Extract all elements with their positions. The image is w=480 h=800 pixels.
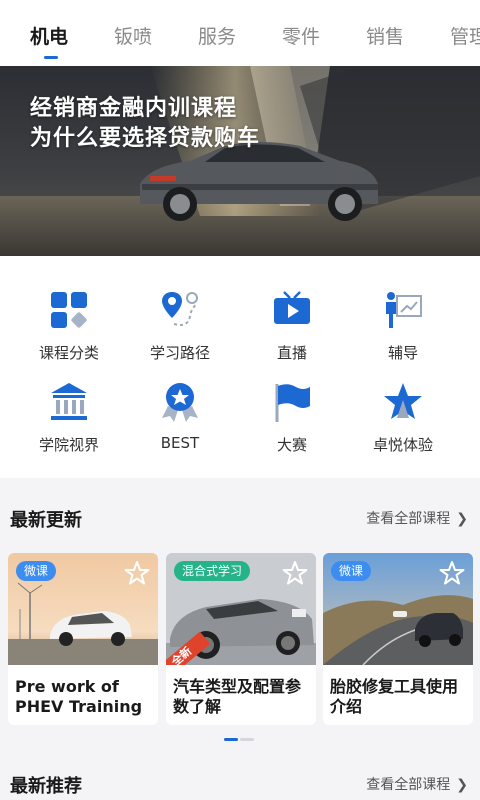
academy-icon <box>51 383 87 420</box>
pager-dot <box>240 738 254 741</box>
course-type-tag: 混合式学习 <box>174 561 251 581</box>
grid-item-academy[interactable]: 学院视界 <box>9 380 129 455</box>
course-type-tag: 微课 <box>331 561 372 581</box>
route-icon <box>162 292 199 326</box>
recommend-section-title: 最新推荐 <box>10 776 82 797</box>
promo-banner[interactable]: 经销商金融内训课程 为什么要选择贷款购车 <box>0 66 480 256</box>
tab-lingjian[interactable]: 零件 <box>282 22 320 49</box>
top-tab-bar: 机电 钣喷 服务 零件 销售 管理 <box>0 0 480 66</box>
pager-dot-active <box>224 738 238 741</box>
favorite-star-icon[interactable] <box>282 560 308 586</box>
feature-grid: 课程分类 学习路径 直播 辅导 学院视界 BEST 大赛 卓悦体验 <box>0 256 480 478</box>
chevron-right-icon: ❯ <box>456 511 468 527</box>
course-card[interactable]: 全新 混合式学习 汽车类型及配置参数了解 <box>166 553 316 725</box>
tab-xiaoshou[interactable]: 销售 <box>366 22 404 49</box>
grid-item-experience[interactable]: 卓悦体验 <box>343 380 463 455</box>
grid-label: 辅导 <box>387 344 418 362</box>
course-card[interactable]: 微课 胎胶修复工具使用介绍 <box>323 553 473 725</box>
grid-label: 大赛 <box>276 436 307 454</box>
grid-item-learning-path[interactable]: 学习路径 <box>120 288 240 363</box>
banner-title: 经销商金融内训课程 <box>30 96 238 121</box>
tab-fuwu[interactable]: 服务 <box>198 22 236 49</box>
course-title: 胎胶修复工具使用介绍 <box>330 677 459 716</box>
tab-jidian[interactable]: 机电 <box>30 22 68 49</box>
latest-section-title: 最新更新 <box>10 510 82 531</box>
category-icon <box>51 292 87 328</box>
grid-label: BEST <box>160 434 200 452</box>
grid-item-tutoring[interactable]: 辅导 <box>343 288 463 363</box>
latest-view-all-link[interactable]: 查看全部课程 ❯ <box>366 508 468 528</box>
active-tab-indicator <box>44 56 58 59</box>
favorite-star-icon[interactable] <box>439 560 465 586</box>
grid-label: 学院视界 <box>38 436 99 454</box>
grid-item-live[interactable]: 直播 <box>232 288 352 363</box>
grid-label: 卓悦体验 <box>372 436 433 454</box>
grid-label: 直播 <box>276 344 307 362</box>
course-type-tag: 微课 <box>16 561 57 581</box>
favorite-star-icon[interactable] <box>124 560 150 586</box>
recommend-view-all-link[interactable]: 查看全部课程 ❯ <box>366 774 468 794</box>
tab-guanli[interactable]: 管理 <box>450 22 480 49</box>
chevron-right-icon: ❯ <box>456 777 468 793</box>
tab-banpen[interactable]: 钣喷 <box>114 22 152 49</box>
course-title: Pre work of PHEV Training <box>15 677 143 716</box>
banner-subtitle: 为什么要选择贷款购车 <box>30 126 261 151</box>
best-medal-icon <box>162 383 198 422</box>
grid-item-contest[interactable]: 大赛 <box>232 380 352 455</box>
grid-label: 课程分类 <box>38 344 99 362</box>
star-icon <box>384 383 422 419</box>
view-all-label: 查看全部课程 <box>366 511 451 527</box>
tv-live-icon <box>274 291 310 324</box>
course-card[interactable]: 微课 Pre work of PHEV Training <box>8 553 158 725</box>
view-all-label: 查看全部课程 <box>366 777 451 793</box>
grid-label: 学习路径 <box>149 344 210 362</box>
tutor-icon <box>386 292 422 328</box>
flag-icon <box>275 384 310 422</box>
grid-item-category[interactable]: 课程分类 <box>9 288 129 363</box>
grid-item-best[interactable]: BEST <box>120 380 240 452</box>
course-title: 汽车类型及配置参数了解 <box>173 677 302 716</box>
